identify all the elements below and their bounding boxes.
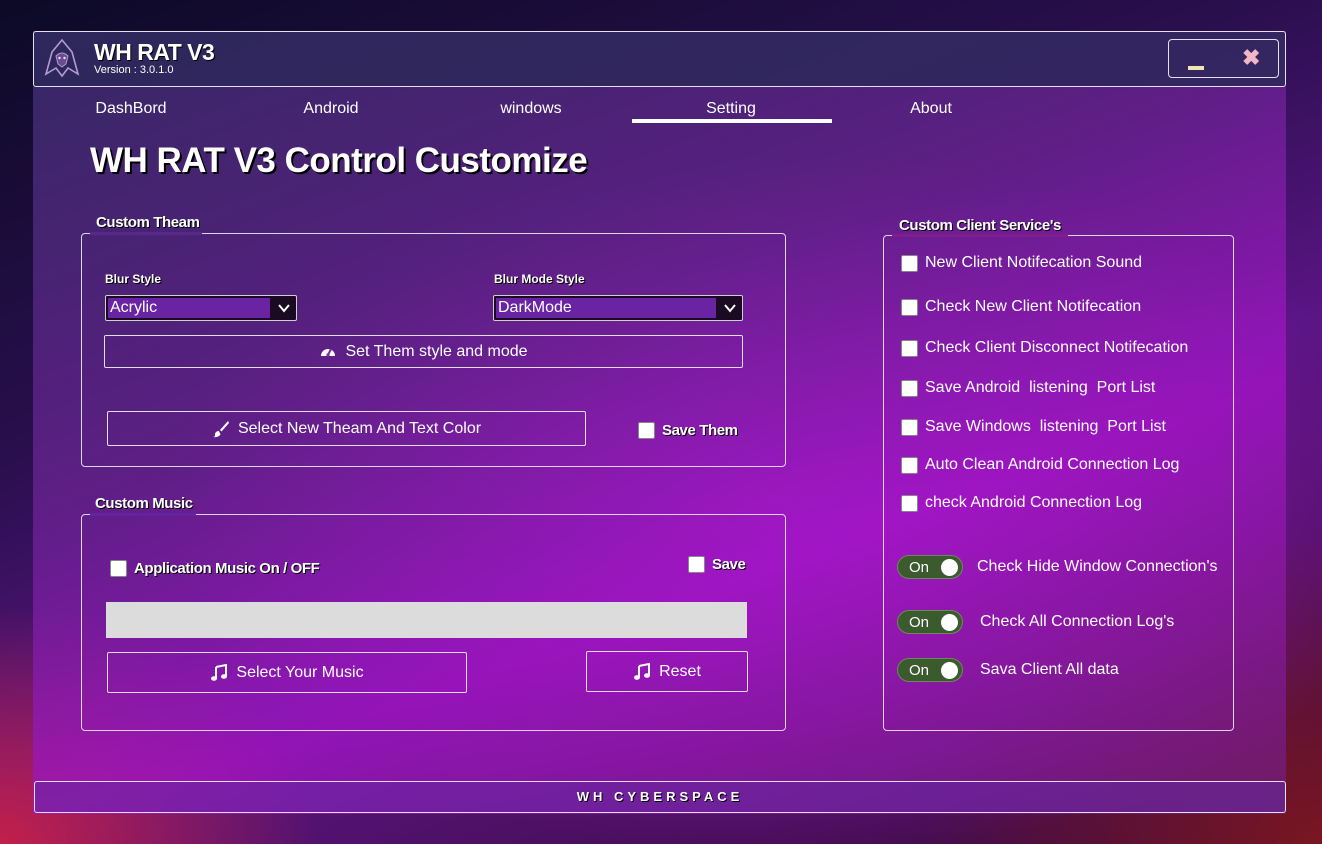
checkbox[interactable] xyxy=(901,298,918,316)
checkbox-save-android-ports[interactable]: Save Android listening Port List xyxy=(901,379,1155,397)
toggle-hide-window-connections[interactable]: On Check Hide Window Connection's xyxy=(897,555,1218,579)
checkbox-new-client-notification[interactable]: Check New Client Notifecation xyxy=(901,298,1141,316)
blur-style-select[interactable]: Acrylic xyxy=(105,295,297,321)
set-theme-button-label: Set Them style and mode xyxy=(345,342,528,360)
paint-brush-icon xyxy=(212,420,229,437)
music-progress-bar xyxy=(106,602,747,638)
checkbox[interactable] xyxy=(688,556,705,573)
app-version: Version : 3.0.1.0 xyxy=(94,64,174,76)
close-icon[interactable]: ✖ xyxy=(1242,45,1260,71)
checkbox-label: Save Android listening Port List xyxy=(925,379,1156,396)
custom-music-legend: Custom Music xyxy=(95,495,193,512)
main-window: WH RAT V3 Version : 3.0.1.0 ✖ DashBord A… xyxy=(33,31,1286,814)
save-theme-label: Save Them xyxy=(662,422,738,439)
window-controls: ✖ xyxy=(1168,39,1279,78)
toggle-knob xyxy=(941,614,958,631)
checkbox-save-windows-ports[interactable]: Save Windows listening Port List xyxy=(901,418,1166,436)
reset-music-label: Reset xyxy=(659,662,701,680)
client-services-legend: Custom Client Service's xyxy=(899,217,1061,234)
title-bar: WH RAT V3 Version : 3.0.1.0 ✖ xyxy=(33,31,1286,87)
checkbox[interactable] xyxy=(901,494,918,512)
tab-setting[interactable]: Setting xyxy=(631,100,831,118)
music-note-icon xyxy=(634,662,651,680)
toggle-label: Check Hide Window Connection's xyxy=(977,558,1218,575)
client-services-group: Custom Client Service's New Client Notif… xyxy=(883,217,1234,731)
blur-style-label: Blur Style xyxy=(105,272,162,286)
select-music-button[interactable]: Select Your Music xyxy=(107,652,467,693)
toggle-save-client-data[interactable]: On Sava Client All data xyxy=(897,658,1119,682)
checkbox-disconnect-notification[interactable]: Check Client Disconnect Notifecation xyxy=(901,339,1188,357)
toggle-knob xyxy=(941,559,958,576)
checkbox-label: New Client Notifecation Sound xyxy=(925,254,1143,271)
checkbox[interactable] xyxy=(901,254,918,272)
chevron-down-icon xyxy=(724,304,736,313)
blur-mode-value: DarkMode xyxy=(496,298,716,318)
dashboard-gauge-icon xyxy=(321,348,336,357)
tab-about[interactable]: About xyxy=(831,100,1031,118)
reset-music-button[interactable]: Reset xyxy=(586,651,748,692)
checkbox-label: check Android Connection Log xyxy=(925,494,1143,511)
minimize-icon[interactable] xyxy=(1188,66,1204,70)
tab-bar: DashBord Android windows Setting About xyxy=(33,91,1286,127)
music-toggle-label: Application Music On / OFF xyxy=(134,560,320,577)
checkbox[interactable] xyxy=(901,379,918,397)
checkbox[interactable] xyxy=(901,339,918,357)
footer-text: WH CYBERSPACE xyxy=(576,789,744,804)
tab-dashbord[interactable]: DashBord xyxy=(31,100,231,118)
active-tab-indicator xyxy=(632,119,832,123)
checkbox-new-client-sound[interactable]: New Client Notifecation Sound xyxy=(901,254,1142,272)
checkbox-label: Check New Client Notifecation xyxy=(925,298,1142,315)
app-title: WH RAT V3 xyxy=(94,39,215,65)
custom-theme-group: Custom Theam Blur Style Acrylic Blur Mod… xyxy=(81,214,786,467)
checkbox-label: Save Windows listening Port List xyxy=(925,418,1166,435)
toggle-knob xyxy=(941,662,958,679)
tab-android[interactable]: Android xyxy=(231,100,431,118)
tab-windows[interactable]: windows xyxy=(431,100,631,118)
checkbox-label: Auto Clean Android Connection Log xyxy=(925,456,1180,473)
checkbox[interactable] xyxy=(110,560,127,577)
toggle-state: On xyxy=(909,662,930,679)
checkbox[interactable] xyxy=(638,422,655,439)
toggle-state: On xyxy=(909,559,930,576)
toggle-label: Sava Client All data xyxy=(980,661,1119,678)
custom-music-group: Custom Music Application Music On / OFF … xyxy=(81,495,786,731)
checkbox-label: Check Client Disconnect Notifecation xyxy=(925,339,1189,356)
music-note-icon xyxy=(211,663,228,681)
toggle-check-connection-logs[interactable]: On Check All Connection Log's xyxy=(897,610,1174,634)
checkbox-auto-clean-log[interactable]: Auto Clean Android Connection Log xyxy=(901,456,1179,474)
toggle-label: Check All Connection Log's xyxy=(980,613,1175,630)
select-theme-color-label: Select New Theam And Text Color xyxy=(237,419,482,437)
save-music-checkbox[interactable]: Save xyxy=(688,556,746,573)
select-theme-color-button[interactable]: Select New Theam And Text Color xyxy=(107,411,586,446)
chevron-down-icon xyxy=(278,304,290,313)
checkbox-check-android-log[interactable]: check Android Connection Log xyxy=(901,494,1142,512)
blur-mode-label: Blur Mode Style xyxy=(494,272,585,286)
custom-theme-legend: Custom Theam xyxy=(96,214,200,231)
save-theme-checkbox[interactable]: Save Them xyxy=(638,422,738,439)
toggle-switch[interactable]: On xyxy=(897,610,963,634)
page-title: WH RAT V3 Control Customize xyxy=(90,141,588,180)
checkbox[interactable] xyxy=(901,456,918,474)
footer-bar: WH CYBERSPACE xyxy=(34,781,1286,813)
checkbox[interactable] xyxy=(901,418,918,436)
select-music-label: Select Your Music xyxy=(236,663,364,681)
toggle-state: On xyxy=(909,614,930,631)
toggle-switch[interactable]: On xyxy=(897,658,963,682)
toggle-switch[interactable]: On xyxy=(897,555,963,579)
set-theme-button[interactable]: Set Them style and mode xyxy=(104,335,743,368)
hacker-logo-icon xyxy=(42,38,82,78)
save-music-label: Save xyxy=(712,556,746,573)
blur-style-value: Acrylic xyxy=(108,298,270,318)
music-toggle-checkbox[interactable]: Application Music On / OFF xyxy=(110,560,320,577)
blur-mode-select[interactable]: DarkMode xyxy=(493,295,743,321)
